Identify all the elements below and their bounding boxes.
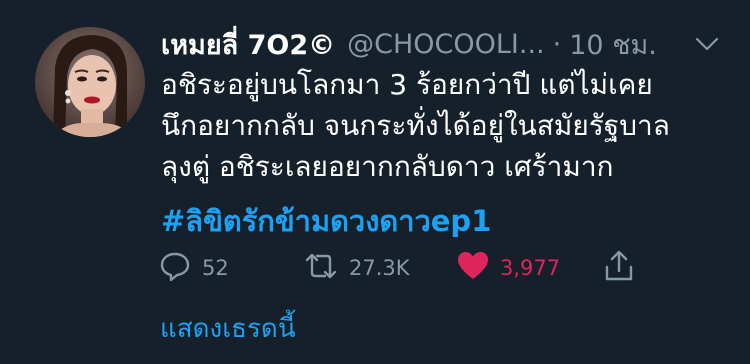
like-button[interactable]: 3,977 [456,248,560,288]
header-separator: · [552,28,562,60]
tweet-text-line: ลุงตู่ อชิระเลยอยากกลับดาว เศร้ามาก [161,150,614,183]
retweet-icon [303,249,339,287]
share-button[interactable] [603,248,635,288]
reply-count: 52 [202,256,229,280]
avatar[interactable] [35,27,145,137]
tweet-header: เหมยลี่ 7O2© @CHOCOOLI... · 10 ชม. [161,24,657,64]
show-thread-link[interactable]: แสดงเธรดนี้ [160,308,296,349]
tweet-text-line: อชิระอยู่บนโลกมา 3 ร้อยกว่าปี แต่ไม่เคย [161,68,653,101]
hashtag-link[interactable]: #ลิขิตรักข้ามดวงดาวep1 [161,198,491,244]
tweet-actions: 52 27.3K 3,977 [158,248,658,288]
author-handle[interactable]: @CHOCOOLI... [347,29,545,60]
chevron-down-icon[interactable] [694,34,720,54]
reply-button[interactable]: 52 [158,248,229,288]
retweet-count: 27.3K [349,256,410,280]
tweet-text: อชิระอยู่บนโลกมา 3 ร้อยกว่าปี แต่ไม่เคย … [161,64,741,187]
heart-icon [456,250,490,286]
share-icon [603,249,635,287]
tweet-text-line: นึกอยากกลับ จนกระทั่งได้อยู่ในสมัยรัฐบาล [161,109,670,142]
tweet: เหมยลี่ 7O2© @CHOCOOLI... · 10 ชม. อชิระ… [0,0,750,364]
like-count: 3,977 [500,256,561,280]
tweet-timestamp[interactable]: 10 ชม. [569,23,657,66]
reply-icon [158,249,192,287]
retweet-button[interactable]: 27.3K [303,248,410,288]
author-display-name[interactable]: เหมยลี่ 7O2© [161,23,335,66]
